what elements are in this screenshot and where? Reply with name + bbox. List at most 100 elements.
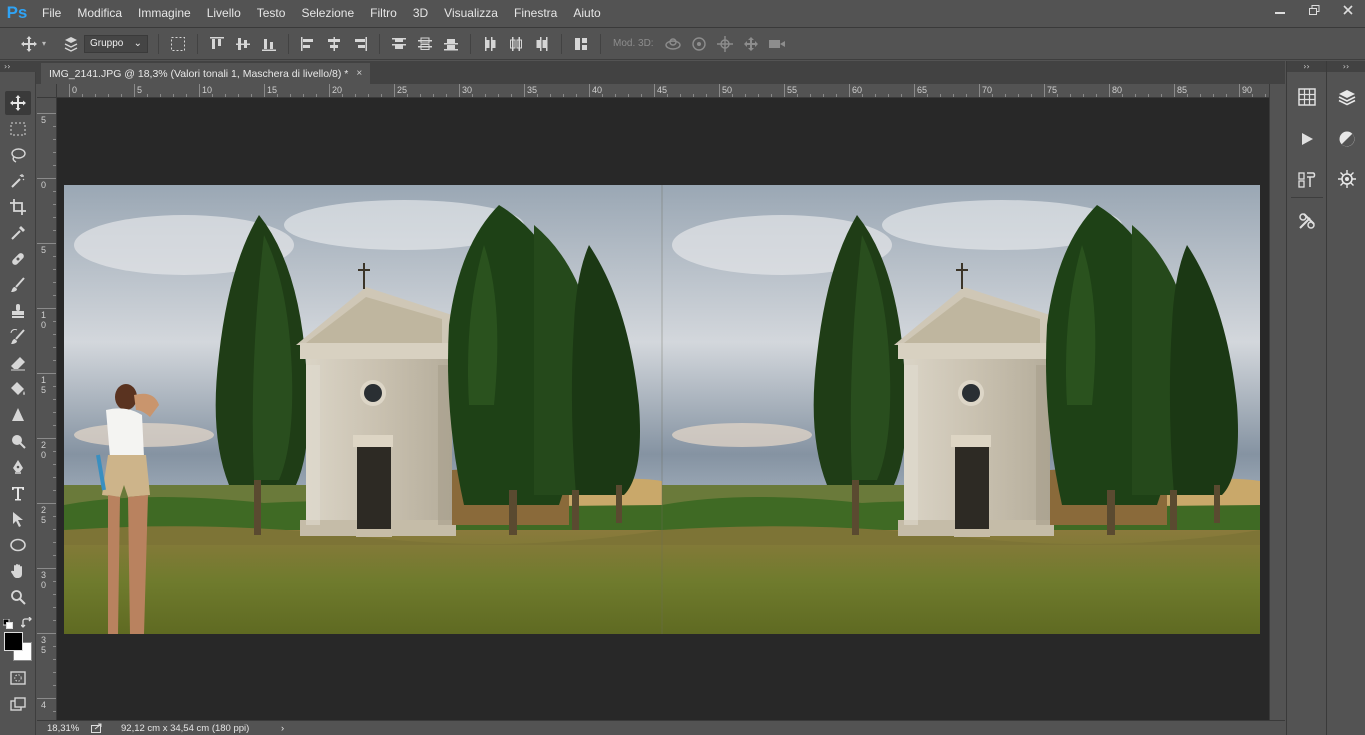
panel-collapse-button[interactable]: ›› — [1287, 61, 1326, 72]
menu-file[interactable]: File — [34, 0, 69, 26]
ruler-tick — [37, 243, 56, 244]
foreground-color-swatch[interactable] — [4, 632, 23, 651]
ruler-label: 1 — [41, 375, 47, 385]
close-document-icon[interactable]: × — [356, 68, 362, 79]
align-right-icon[interactable] — [347, 31, 373, 57]
ruler-label: 0 — [72, 85, 78, 95]
default-colors-icon[interactable] — [2, 614, 13, 629]
menu-filtro[interactable]: Filtro — [362, 0, 405, 26]
document-image[interactable] — [57, 98, 1269, 720]
menu-immagine[interactable]: Immagine — [130, 0, 199, 26]
eyedropper-tool[interactable] — [5, 221, 31, 245]
distribute-vertical-center-icon[interactable] — [412, 31, 438, 57]
menu-selezione[interactable]: Selezione — [293, 0, 362, 26]
type-tool[interactable] — [5, 481, 31, 505]
sharpen-tool[interactable] — [5, 403, 31, 427]
ruler-tick — [589, 84, 590, 97]
swap-colors-icon[interactable] — [20, 614, 33, 628]
ruler-tick — [37, 113, 56, 114]
adjustments-panel-icon[interactable] — [1332, 125, 1362, 153]
document-canvas[interactable] — [57, 98, 1269, 720]
ruler-tick — [199, 84, 200, 97]
menu-testo[interactable]: Testo — [249, 0, 294, 26]
healing-brush-tool[interactable] — [5, 247, 31, 271]
photo-left — [63, 184, 663, 635]
ruler-label: 5 — [41, 385, 47, 395]
menu-livello[interactable]: Livello — [199, 0, 249, 26]
layers-panel-icon[interactable] — [1332, 83, 1362, 111]
pen-tool[interactable] — [5, 455, 31, 479]
hand-tool[interactable] — [5, 559, 31, 583]
distribute-bottom-icon[interactable] — [438, 31, 464, 57]
distribute-top-icon[interactable] — [386, 31, 412, 57]
ruler-tick — [914, 84, 915, 97]
eraser-tool[interactable] — [5, 351, 31, 375]
distribute-right-icon[interactable] — [529, 31, 555, 57]
move-tool-preset-icon[interactable] — [16, 31, 42, 57]
navigator-panel-icon[interactable] — [1292, 83, 1322, 111]
document-tab[interactable]: IMG_2141.JPG @ 18,3% (Valori tonali 1, M… — [41, 63, 371, 84]
align-left-icon[interactable] — [295, 31, 321, 57]
auto-select-dropdown[interactable]: Gruppo ⌄ — [84, 34, 149, 53]
actions-play-icon[interactable] — [1292, 125, 1322, 153]
vertical-ruler[interactable]: 5051015202530354 — [37, 98, 57, 720]
quick-mask-icon[interactable] — [5, 666, 31, 690]
chevron-down-icon[interactable]: ▾ — [42, 39, 46, 48]
close-window-button[interactable] — [1331, 0, 1365, 20]
menu-modifica[interactable]: Modifica — [69, 0, 130, 26]
rectangular-marquee-tool[interactable] — [5, 117, 31, 141]
ruler-tick — [37, 633, 56, 634]
paint-bucket-tool[interactable] — [5, 377, 31, 401]
restore-button[interactable] — [1297, 0, 1331, 20]
crop-tool[interactable] — [5, 195, 31, 219]
magic-wand-tool[interactable] — [5, 169, 31, 193]
ruler-label: 10 — [202, 85, 213, 95]
ruler-tick — [37, 308, 56, 309]
panel-dock-left: ›› — [1286, 61, 1326, 735]
lasso-tool[interactable] — [5, 143, 31, 167]
distribute-horizontal-center-icon[interactable] — [503, 31, 529, 57]
ruler-label: 80 — [1112, 85, 1123, 95]
minimize-button[interactable] — [1263, 0, 1297, 20]
ruler-tick — [69, 84, 70, 97]
zoom-level[interactable]: 18,31% — [47, 723, 89, 734]
toolbar-collapse-button[interactable]: ›› — [0, 61, 36, 72]
auto-align-layers-icon[interactable] — [568, 31, 594, 57]
horizontal-ruler[interactable]: 0 5 10 15 20 25 30 35 40 45 50 55 60 65 70 75 80 85 90 — [57, 84, 1269, 98]
auto-select-icon[interactable] — [58, 31, 84, 57]
align-horizontal-center-icon[interactable] — [321, 31, 347, 57]
ruler-tick — [37, 178, 56, 179]
transform-controls-icon[interactable] — [165, 31, 191, 57]
brush-tool[interactable] — [5, 273, 31, 297]
ellipse-tool[interactable] — [5, 533, 31, 557]
ruler-label: 75 — [1047, 85, 1058, 95]
character-panel-icon[interactable] — [1292, 165, 1322, 193]
ruler-label: 40 — [592, 85, 603, 95]
ruler-label: 25 — [397, 85, 408, 95]
ruler-label: 5 — [41, 515, 47, 525]
vertical-scrollbar[interactable] — [1269, 84, 1285, 720]
ruler-label: 5 — [41, 245, 47, 255]
panel-expand-button[interactable]: ›› — [1327, 61, 1365, 72]
move-tool[interactable] — [5, 91, 31, 115]
channels-panel-icon[interactable] — [1332, 165, 1362, 193]
tool-presets-icon[interactable] — [1292, 207, 1322, 235]
distribute-left-icon[interactable] — [477, 31, 503, 57]
ruler-origin[interactable] — [37, 84, 57, 98]
align-top-icon[interactable] — [204, 31, 230, 57]
zoom-tool[interactable] — [5, 585, 31, 609]
export-icon[interactable] — [91, 723, 121, 733]
align-vertical-center-icon[interactable] — [230, 31, 256, 57]
status-menu-arrow[interactable]: › — [281, 723, 284, 734]
tools-panel: ›› — [0, 61, 36, 735]
menu-aiuto[interactable]: Aiuto — [565, 0, 608, 26]
dodge-tool[interactable] — [5, 429, 31, 453]
menu-visualizza[interactable]: Visualizza — [436, 0, 506, 26]
clone-stamp-tool[interactable] — [5, 299, 31, 323]
history-brush-tool[interactable] — [5, 325, 31, 349]
path-selection-tool[interactable] — [5, 507, 31, 531]
screen-mode-icon[interactable] — [5, 692, 31, 716]
align-bottom-icon[interactable] — [256, 31, 282, 57]
menu-3d[interactable]: 3D — [405, 0, 436, 26]
menu-finestra[interactable]: Finestra — [506, 0, 565, 26]
